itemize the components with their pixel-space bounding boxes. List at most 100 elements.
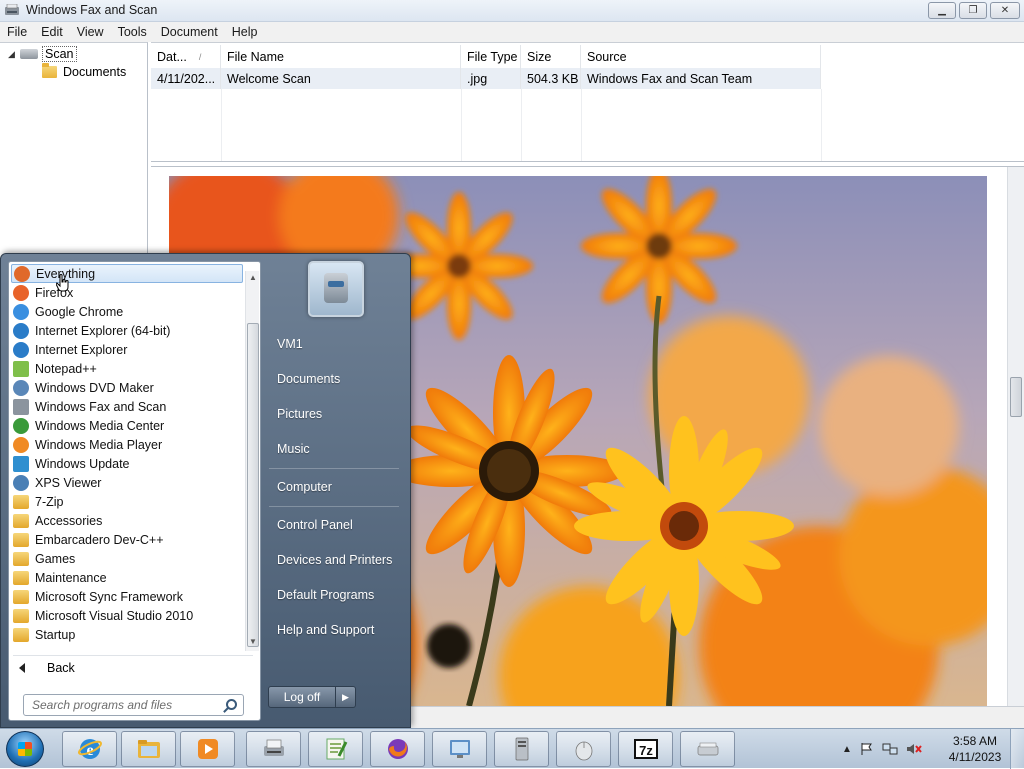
- scroll-down-icon[interactable]: ▼: [249, 637, 257, 646]
- expand-icon[interactable]: ◢: [8, 49, 20, 60]
- action-center-flag-icon[interactable]: [860, 742, 874, 756]
- taskbar-computer-manager[interactable]: [494, 731, 549, 767]
- taskbar-windows-explorer[interactable]: [121, 731, 176, 767]
- start-item-pictures[interactable]: Pictures: [277, 407, 322, 421]
- log-off-control: Log off ▶: [268, 686, 358, 708]
- volume-muted-icon[interactable]: [906, 742, 922, 756]
- start-item-music[interactable]: Music: [277, 442, 310, 456]
- search-icon[interactable]: [226, 699, 237, 710]
- start-item-default-programs[interactable]: Default Programs: [277, 588, 374, 602]
- program-item[interactable]: Games: [11, 549, 243, 568]
- program-label: Windows Fax and Scan: [35, 399, 167, 414]
- start-item-documents[interactable]: Documents: [277, 372, 340, 386]
- search-input[interactable]: [30, 697, 215, 713]
- folder-icon: [13, 532, 29, 547]
- start-item-devices-printers[interactable]: Devices and Printers: [277, 553, 392, 567]
- program-item[interactable]: Microsoft Visual Studio 2010: [11, 606, 243, 625]
- taskbar-internet-explorer[interactable]: e: [62, 731, 117, 767]
- program-item[interactable]: Windows DVD Maker: [11, 378, 243, 397]
- all-programs-list: Everything Firefox Google Chrome Internet E…: [11, 264, 243, 644]
- program-item[interactable]: Windows Media Player: [11, 435, 243, 454]
- sort-icon: /: [198, 51, 202, 62]
- maximize-button[interactable]: ❐: [959, 2, 987, 19]
- scroll-up-icon[interactable]: ▲: [249, 273, 257, 282]
- fax-scan-app-icon: [5, 4, 19, 15]
- folder-icon: [13, 551, 29, 566]
- window-titlebar[interactable]: Windows Fax and Scan ▁ ❐ ✕: [0, 0, 1024, 22]
- close-button[interactable]: ✕: [990, 2, 1020, 19]
- tree-label-documents: Documents: [63, 65, 127, 79]
- programs-scrollbar[interactable]: ▲ ▼: [245, 271, 259, 651]
- menu-edit[interactable]: Edit: [34, 25, 70, 39]
- program-item[interactable]: Internet Explorer (64-bit): [11, 321, 243, 340]
- program-item[interactable]: Windows Update: [11, 454, 243, 473]
- network-icon[interactable]: [882, 742, 898, 756]
- column-date[interactable]: Dat... /: [151, 45, 221, 68]
- taskbar-windows-media-player[interactable]: [180, 731, 235, 767]
- log-off-button[interactable]: Log off: [268, 686, 336, 708]
- column-source[interactable]: Source: [581, 45, 821, 68]
- program-item[interactable]: Firefox: [11, 283, 243, 302]
- start-item-vm1[interactable]: VM1: [277, 337, 303, 351]
- tree-item-scan[interactable]: ◢ Scan: [8, 45, 77, 63]
- fax-scan-icon: [13, 398, 29, 415]
- menu-view[interactable]: View: [70, 25, 111, 39]
- column-size[interactable]: Size: [521, 45, 581, 68]
- menu-file[interactable]: File: [0, 25, 34, 39]
- grid-line: [221, 89, 222, 161]
- table-row[interactable]: 4/11/202... Welcome Scan .jpg 504.3 KB W…: [151, 68, 821, 89]
- taskbar-notepad-plus-plus[interactable]: [308, 731, 363, 767]
- system-clock[interactable]: 3:58 AM 4/11/2023: [944, 733, 1006, 765]
- cell-file-name: Welcome Scan: [221, 68, 461, 89]
- preview-scrollbar[interactable]: [1007, 167, 1024, 707]
- tree-item-documents[interactable]: Documents: [42, 63, 128, 81]
- program-item[interactable]: Internet Explorer: [11, 340, 243, 359]
- start-item-computer[interactable]: Computer: [277, 480, 332, 494]
- column-file-name[interactable]: File Name: [221, 45, 461, 68]
- start-button[interactable]: [6, 731, 44, 767]
- taskbar-7-zip[interactable]: 7z: [618, 731, 673, 767]
- program-item[interactable]: Windows Media Center: [11, 416, 243, 435]
- media-center-icon: [13, 417, 29, 434]
- show-hidden-icons-icon[interactable]: ▲: [842, 744, 852, 755]
- taskbar-control-panel[interactable]: [432, 731, 487, 767]
- program-label: Windows Update: [35, 456, 130, 471]
- program-item[interactable]: XPS Viewer: [11, 473, 243, 492]
- svg-text:7z: 7z: [639, 743, 653, 758]
- minimize-button[interactable]: ▁: [928, 2, 956, 19]
- menu-document[interactable]: Document: [154, 25, 225, 39]
- program-label: Windows Media Player: [35, 437, 163, 452]
- start-item-help-support[interactable]: Help and Support: [277, 623, 374, 637]
- program-item[interactable]: Accessories: [11, 511, 243, 530]
- scrollbar-thumb[interactable]: [247, 323, 259, 647]
- taskbar-windows-fax-and-scan[interactable]: [246, 731, 301, 767]
- program-item[interactable]: Maintenance: [11, 568, 243, 587]
- program-item[interactable]: Everything: [11, 264, 243, 283]
- internet-explorer-icon: e: [77, 739, 102, 759]
- taskbar-scanner[interactable]: [680, 731, 735, 767]
- folder-icon: [13, 513, 29, 528]
- cell-date: 4/11/202...: [151, 68, 221, 89]
- menu-help[interactable]: Help: [225, 25, 265, 39]
- program-item[interactable]: Google Chrome: [11, 302, 243, 321]
- column-file-type[interactable]: File Type: [461, 45, 521, 68]
- taskbar-firefox[interactable]: [370, 731, 425, 767]
- back-button[interactable]: Back: [19, 658, 75, 678]
- taskbar-mouse-settings[interactable]: [556, 731, 611, 767]
- menu-tools[interactable]: Tools: [111, 25, 154, 39]
- program-item[interactable]: Microsoft Sync Framework: [11, 587, 243, 606]
- scrollbar-thumb[interactable]: [1010, 377, 1022, 417]
- program-label: Maintenance: [35, 570, 107, 585]
- program-item[interactable]: Startup: [11, 625, 243, 644]
- start-item-control-panel[interactable]: Control Panel: [277, 518, 353, 532]
- program-label: Notepad++: [35, 361, 97, 376]
- seven-zip-icon: 7z: [633, 739, 658, 759]
- program-item[interactable]: Windows Fax and Scan: [11, 397, 243, 416]
- program-item[interactable]: Embarcadero Dev-C++: [11, 530, 243, 549]
- program-item[interactable]: 7-Zip: [11, 492, 243, 511]
- search-box[interactable]: [23, 694, 244, 716]
- shutdown-options-button[interactable]: ▶: [336, 686, 356, 708]
- document-list: Dat... / File Name File Type Size Source …: [151, 42, 1024, 162]
- show-desktop-button[interactable]: [1010, 729, 1024, 769]
- program-item[interactable]: Notepad++: [11, 359, 243, 378]
